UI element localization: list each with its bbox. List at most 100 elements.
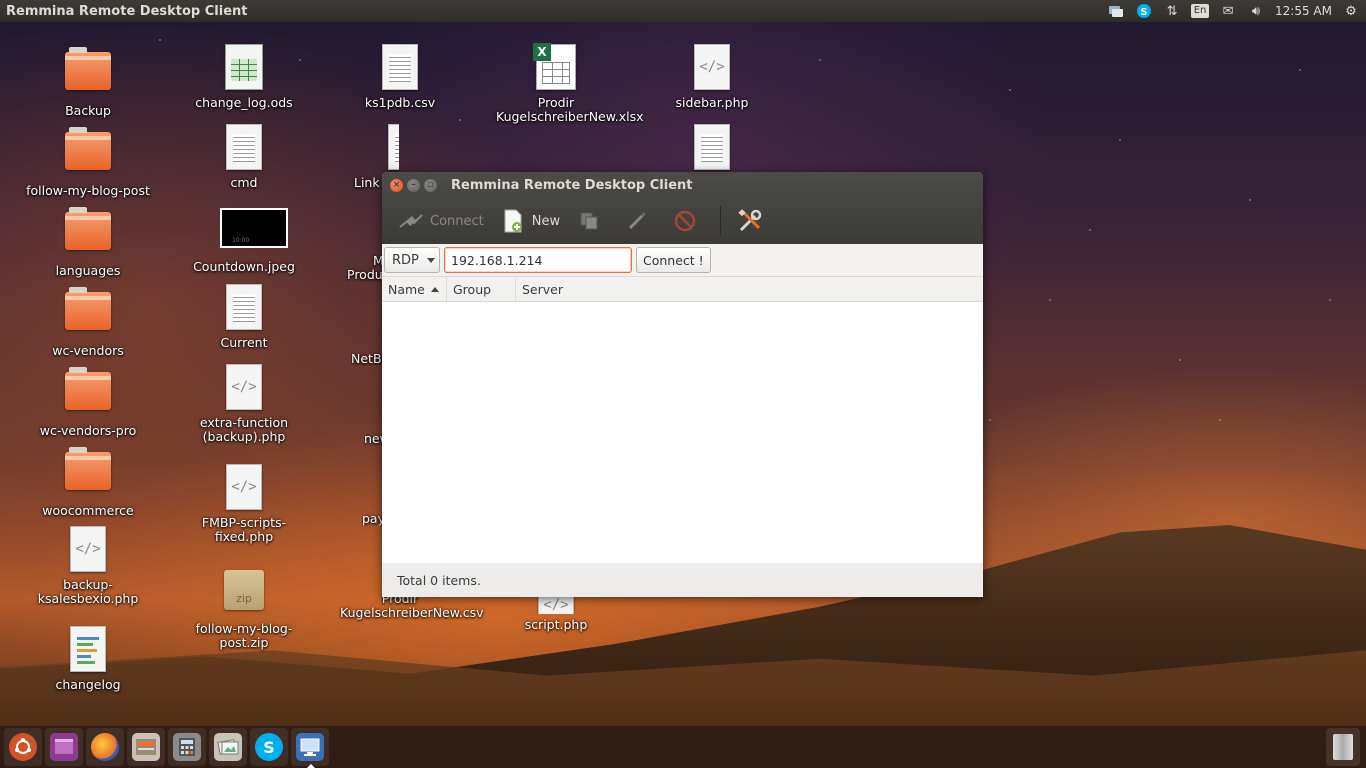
desktop-icon[interactable]: </> FMBP-scripts-fixed.php bbox=[179, 464, 309, 544]
protocol-value: RDP bbox=[392, 252, 419, 268]
status-bar: Total 0 items. bbox=[382, 563, 983, 597]
quick-connect-bar: RDP Connect ! bbox=[382, 244, 983, 276]
file-manager-icon bbox=[132, 733, 160, 761]
chevron-down-icon bbox=[426, 257, 435, 263]
desktop-icon[interactable]: wc-vendors-pro bbox=[23, 366, 153, 438]
text-file-icon bbox=[376, 44, 424, 92]
minimize-window-button[interactable]: – bbox=[407, 178, 420, 192]
sort-ascending-icon bbox=[430, 286, 439, 292]
shotwell-icon bbox=[214, 733, 242, 761]
connection-list-header: Name Group Server bbox=[382, 276, 983, 302]
desktop-icon-label: cmd bbox=[230, 175, 258, 190]
remmina-icon bbox=[296, 733, 324, 761]
launcher-item[interactable] bbox=[45, 728, 83, 766]
connect-toolbar-button[interactable]: Connect bbox=[392, 202, 490, 240]
maximize-window-button[interactable]: ▫ bbox=[424, 178, 437, 192]
desktop-icon[interactable]: zip follow-my-blog-post.zip bbox=[179, 566, 309, 650]
launcher-item[interactable] bbox=[4, 728, 42, 766]
launcher-item[interactable] bbox=[209, 728, 247, 766]
desktop-icon[interactable]: cmd bbox=[179, 124, 309, 190]
protocol-dropdown[interactable]: RDP bbox=[384, 247, 440, 273]
copy-connection-button[interactable] bbox=[570, 202, 614, 240]
desktop-icon[interactable]: </> backup-ksalesbexio.php bbox=[23, 526, 153, 606]
image-file-icon: 10:00 bbox=[220, 208, 288, 256]
clock[interactable]: 12:55 AM bbox=[1275, 4, 1332, 18]
column-server-header[interactable]: Server bbox=[516, 277, 983, 301]
desktop-icon[interactable]: follow-my-blog-post bbox=[23, 126, 153, 198]
launcher-item[interactable] bbox=[168, 728, 206, 766]
edit-icon bbox=[624, 208, 650, 234]
desktop-icon-label: new bbox=[364, 432, 383, 446]
php-file-icon: </> bbox=[64, 526, 112, 574]
svg-text:S: S bbox=[1140, 7, 1147, 18]
system-tray: S ⇅ En ✉ 🔊︎ 12:55 AM ⚙ bbox=[1107, 3, 1366, 19]
new-connection-label: New bbox=[531, 213, 561, 229]
desktop-icon[interactable]: Current bbox=[179, 284, 309, 350]
desktop-icon-label: wc-vendors bbox=[52, 343, 124, 358]
desktop-icon-label: backup-ksalesbexio.php bbox=[37, 577, 139, 606]
desktop-icon[interactable]: X Prodir KugelschreiberNew.xlsx bbox=[491, 43, 644, 124]
desktop-icon-label: Backup bbox=[65, 103, 111, 118]
gear-icon[interactable]: ⚙ bbox=[1342, 3, 1360, 19]
desktop-icon[interactable]: NetBe bbox=[351, 352, 383, 366]
launcher-item[interactable]: S bbox=[250, 728, 288, 766]
delete-connection-button[interactable] bbox=[666, 202, 710, 240]
window-titlebar: × – ▫ Remmina Remote Desktop Client Conn… bbox=[382, 172, 983, 244]
connection-list[interactable] bbox=[382, 302, 983, 563]
skype-tray-icon[interactable]: S bbox=[1135, 3, 1153, 19]
mail-icon[interactable]: ✉ bbox=[1219, 3, 1237, 19]
network-icon[interactable]: ⇅ bbox=[1163, 3, 1181, 19]
new-connection-button[interactable]: New bbox=[494, 202, 566, 240]
skype-icon: S bbox=[255, 733, 283, 761]
connect-icon bbox=[398, 208, 424, 234]
column-name-header[interactable]: Name bbox=[382, 277, 447, 301]
desktop-icon[interactable]: change_log.ods bbox=[179, 44, 309, 110]
launcher-item[interactable] bbox=[127, 728, 165, 766]
php-file-icon: </> bbox=[220, 364, 268, 412]
desktop-icon[interactable]: Backup bbox=[23, 46, 153, 118]
folder-icon bbox=[64, 207, 112, 260]
desktop-icon[interactable]: </> extra-function (backup).php bbox=[179, 364, 309, 444]
desktop-icon-label: follow-my-blog-post bbox=[26, 183, 150, 198]
text-file-icon bbox=[64, 626, 112, 674]
desktop-icon[interactable]: wc-vendors bbox=[23, 286, 153, 358]
column-group-header[interactable]: Group bbox=[447, 277, 516, 301]
folder-icon bbox=[64, 447, 112, 500]
files-app-icon bbox=[50, 733, 78, 761]
desktop-icon-label: wc-vendors-pro bbox=[39, 423, 137, 438]
desktop-icon[interactable]: languages bbox=[23, 206, 153, 278]
edit-connection-button[interactable] bbox=[618, 202, 662, 240]
launcher-item[interactable] bbox=[86, 728, 124, 766]
desktop-icon[interactable]: pay bbox=[362, 512, 383, 526]
desktop-icon[interactable]: changelog bbox=[23, 626, 153, 692]
quick-connect-button[interactable]: Connect ! bbox=[636, 247, 711, 273]
new-file-icon bbox=[500, 208, 526, 234]
window-title-row[interactable]: × – ▫ Remmina Remote Desktop Client bbox=[382, 172, 983, 198]
text-file-icon bbox=[220, 124, 268, 172]
keyboard-layout-label: En bbox=[1190, 4, 1210, 18]
preferences-button[interactable] bbox=[731, 202, 775, 240]
active-window-title: Remmina Remote Desktop Client bbox=[6, 3, 248, 19]
desktop-icon[interactable]: new bbox=[364, 432, 383, 446]
close-window-button[interactable]: × bbox=[390, 178, 403, 192]
desktop-icon[interactable]: </> script.php bbox=[491, 582, 621, 632]
desktop-icon[interactable]: 10:00 Countdown.jpeg bbox=[179, 204, 309, 274]
folder-icon bbox=[64, 127, 112, 180]
desktop-icon[interactable] bbox=[647, 124, 777, 176]
desktop-icon[interactable]: </> sidebar.php bbox=[647, 44, 777, 110]
server-address-input[interactable] bbox=[444, 247, 632, 273]
desktop-icon[interactable]: woocommerce bbox=[23, 446, 153, 518]
volume-icon[interactable]: 🔊︎ bbox=[1247, 3, 1265, 19]
desktop-icon[interactable]: ks1pdb.csv bbox=[335, 44, 465, 110]
launcher-bar: S bbox=[0, 726, 1366, 768]
keyboard-layout-indicator[interactable]: En bbox=[1190, 3, 1210, 19]
launcher-item[interactable] bbox=[291, 728, 329, 768]
trash-launcher-item[interactable] bbox=[1326, 728, 1360, 766]
desktop-icon[interactable]: M Produ bbox=[341, 254, 383, 282]
column-server-label: Server bbox=[522, 281, 563, 297]
zip-file-icon: zip bbox=[220, 570, 268, 618]
chat-indicator-icon[interactable] bbox=[1107, 3, 1125, 19]
folder-icon bbox=[64, 287, 112, 340]
tools-icon bbox=[737, 208, 763, 234]
delete-icon bbox=[672, 208, 698, 234]
